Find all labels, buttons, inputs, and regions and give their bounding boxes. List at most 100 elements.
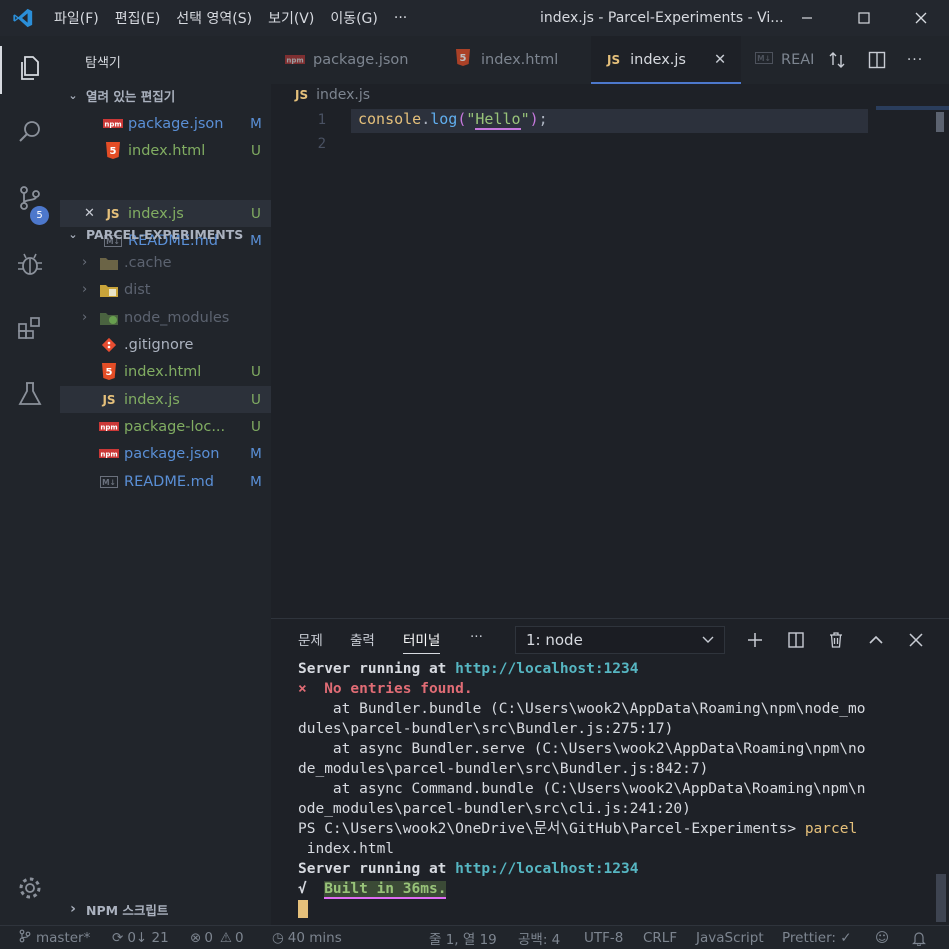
window-title: index.js - Parcel-Experiments - Vi...	[540, 10, 784, 26]
debug-icon[interactable]	[0, 236, 60, 292]
compare-changes-icon[interactable]	[825, 48, 849, 72]
terminal-line: √ Built in 36ms.	[298, 881, 447, 899]
svg-text:5: 5	[110, 146, 117, 157]
markdown-icon: M↓	[755, 52, 773, 68]
split-editor-icon[interactable]	[865, 48, 889, 72]
language-mode[interactable]: JavaScript	[696, 926, 764, 949]
minimap	[876, 106, 949, 110]
npm-scripts-header[interactable]: › NPM 스크립트	[60, 896, 271, 922]
menu-bar: 파일(F) 편집(E) 선택 영역(S) 보기(V) 이동(G) ···	[46, 0, 415, 36]
chevron-right-icon: ›	[82, 255, 88, 270]
folder-icon	[98, 254, 120, 272]
tab-index-js[interactable]: JS index.js ✕	[591, 36, 741, 84]
encoding[interactable]: UTF-8	[584, 926, 623, 949]
open-editor-package-json[interactable]: npm package.json M	[60, 110, 271, 137]
js-file-icon: JS	[607, 53, 621, 67]
menu-more[interactable]: ···	[386, 10, 415, 26]
open-editor-index-html[interactable]: 5 index.html U	[60, 137, 271, 164]
search-icon[interactable]	[0, 104, 60, 160]
editor-scrollbar[interactable]	[936, 112, 944, 132]
close-tab-icon[interactable]: ✕	[714, 52, 726, 68]
trash-icon[interactable]	[823, 627, 849, 653]
menu-edit[interactable]: 편집(E)	[107, 8, 169, 28]
npm-icon: npm	[98, 445, 120, 463]
html5-icon: 5	[98, 362, 120, 381]
settings-gear-icon[interactable]	[0, 860, 60, 916]
folder-cache[interactable]: › .cache	[60, 249, 271, 276]
terminal-line: Server running at http://localhost:1234	[298, 861, 639, 877]
status-bar: master* ⟳ 0↓ 21 ⊗ 0 ⚠ 0 ◷ 40 mins 줄 1, 열…	[0, 925, 949, 949]
terminal-scrollbar[interactable]	[936, 874, 946, 922]
sync-icon: ⟳	[112, 930, 124, 946]
line-ending[interactable]: CRLF	[643, 926, 677, 949]
tab-more[interactable]: ···	[470, 629, 483, 645]
tab-terminal[interactable]: 터미널	[403, 629, 441, 654]
minimize-button[interactable]	[778, 0, 835, 36]
file-gitignore[interactable]: .gitignore	[60, 331, 271, 358]
indentation[interactable]: 공백: 4	[518, 926, 560, 949]
prettier-status[interactable]: Prettier: ✓	[782, 926, 852, 949]
testing-flask-icon[interactable]	[0, 366, 60, 422]
sidebar-title: 탐색기	[85, 56, 121, 71]
tab-package-json[interactable]: npm package.json	[271, 36, 431, 84]
terminal-line: ode_modules\parcel-bundler\src\cli.js:24…	[298, 801, 691, 817]
project-header[interactable]: ⌄ PARCEL-EXPERIMENTS	[60, 221, 271, 247]
maximize-button[interactable]	[835, 0, 892, 36]
menu-selection[interactable]: 선택 영역(S)	[168, 8, 260, 28]
svg-text:npm: npm	[104, 121, 121, 129]
file-package-json[interactable]: npm package.json M	[60, 440, 271, 467]
tab-problems[interactable]: 문제	[298, 629, 323, 649]
menu-file[interactable]: 파일(F)	[46, 8, 107, 28]
html5-icon: 5	[455, 49, 471, 71]
menu-view[interactable]: 보기(V)	[260, 8, 322, 28]
code-editor[interactable]: 1 2 console.log("Hello");	[271, 106, 949, 618]
tab-index-html[interactable]: 5 index.html	[431, 36, 591, 84]
feedback-icon[interactable]: ☺	[875, 926, 889, 949]
svg-text:npm: npm	[100, 451, 117, 459]
more-actions-icon[interactable]: ···	[903, 48, 927, 72]
split-terminal-icon[interactable]	[783, 627, 809, 653]
time-status[interactable]: ◷ 40 mins	[272, 926, 342, 949]
tab-output[interactable]: 출력	[350, 629, 375, 649]
branch-status[interactable]: master*	[18, 926, 90, 949]
terminal-line: at async Command.bundle (C:\Users\wook2\…	[298, 781, 866, 797]
svg-text:5: 5	[106, 367, 113, 378]
activity-bar: 5	[0, 36, 60, 925]
title-bar: 파일(F) 편집(E) 선택 영역(S) 보기(V) 이동(G) ··· ind…	[0, 0, 949, 36]
svg-text:M↓: M↓	[102, 478, 116, 487]
close-panel-icon[interactable]	[903, 627, 929, 653]
explorer-sidebar: 탐색기 ⌄ 열려 있는 편집기 npm package.json M 5 ind…	[60, 36, 271, 925]
file-index-js[interactable]: JS index.js U	[60, 386, 271, 413]
close-icon[interactable]: ✕	[84, 206, 102, 221]
problems-status[interactable]: ⊗ 0 ⚠ 0	[190, 926, 244, 949]
maximize-panel-icon[interactable]	[863, 627, 889, 653]
new-terminal-icon[interactable]	[742, 627, 768, 653]
chevron-down-icon: ⌄	[68, 88, 78, 102]
notifications-bell-icon[interactable]	[912, 926, 926, 949]
terminal-select[interactable]: 1: node	[515, 626, 725, 654]
breadcrumb-file[interactable]: index.js	[316, 87, 370, 103]
tab-readme[interactable]: M↓ REAI	[755, 36, 825, 84]
terminal-output[interactable]: Server running at http://localhost:1234 …	[298, 659, 918, 919]
file-readme[interactable]: M↓ README.md M	[60, 468, 271, 495]
html5-icon: 5	[102, 141, 124, 160]
folder-node-modules[interactable]: › node_modules	[60, 304, 271, 331]
folder-dist[interactable]: › dist	[60, 276, 271, 303]
explorer-icon[interactable]	[0, 40, 60, 96]
terminal-line: index.html	[298, 841, 395, 857]
file-package-lock[interactable]: npm package-loc... U	[60, 413, 271, 440]
close-window-button[interactable]	[892, 0, 949, 36]
terminal-line: at Bundler.bundle (C:\Users\wook2\AppDat…	[298, 701, 866, 717]
source-control-icon[interactable]: 5	[0, 170, 60, 226]
extensions-icon[interactable]	[0, 300, 60, 356]
terminal-line: de_modules\parcel-bundler\src\Bundler.js…	[298, 761, 709, 777]
file-index-html[interactable]: 5 index.html U	[60, 358, 271, 385]
open-editors-header[interactable]: ⌄ 열려 있는 편집기	[60, 82, 271, 108]
line-number: 1	[317, 112, 326, 128]
editor-tabs: npm package.json 5 index.html JS index.j…	[271, 36, 949, 84]
cursor-position[interactable]: 줄 1, 열 19	[429, 926, 497, 949]
svg-text:npm: npm	[286, 57, 303, 65]
sync-status[interactable]: ⟳ 0↓ 21	[112, 926, 169, 949]
chevron-right-icon: ›	[82, 310, 88, 325]
menu-go[interactable]: 이동(G)	[322, 8, 386, 28]
